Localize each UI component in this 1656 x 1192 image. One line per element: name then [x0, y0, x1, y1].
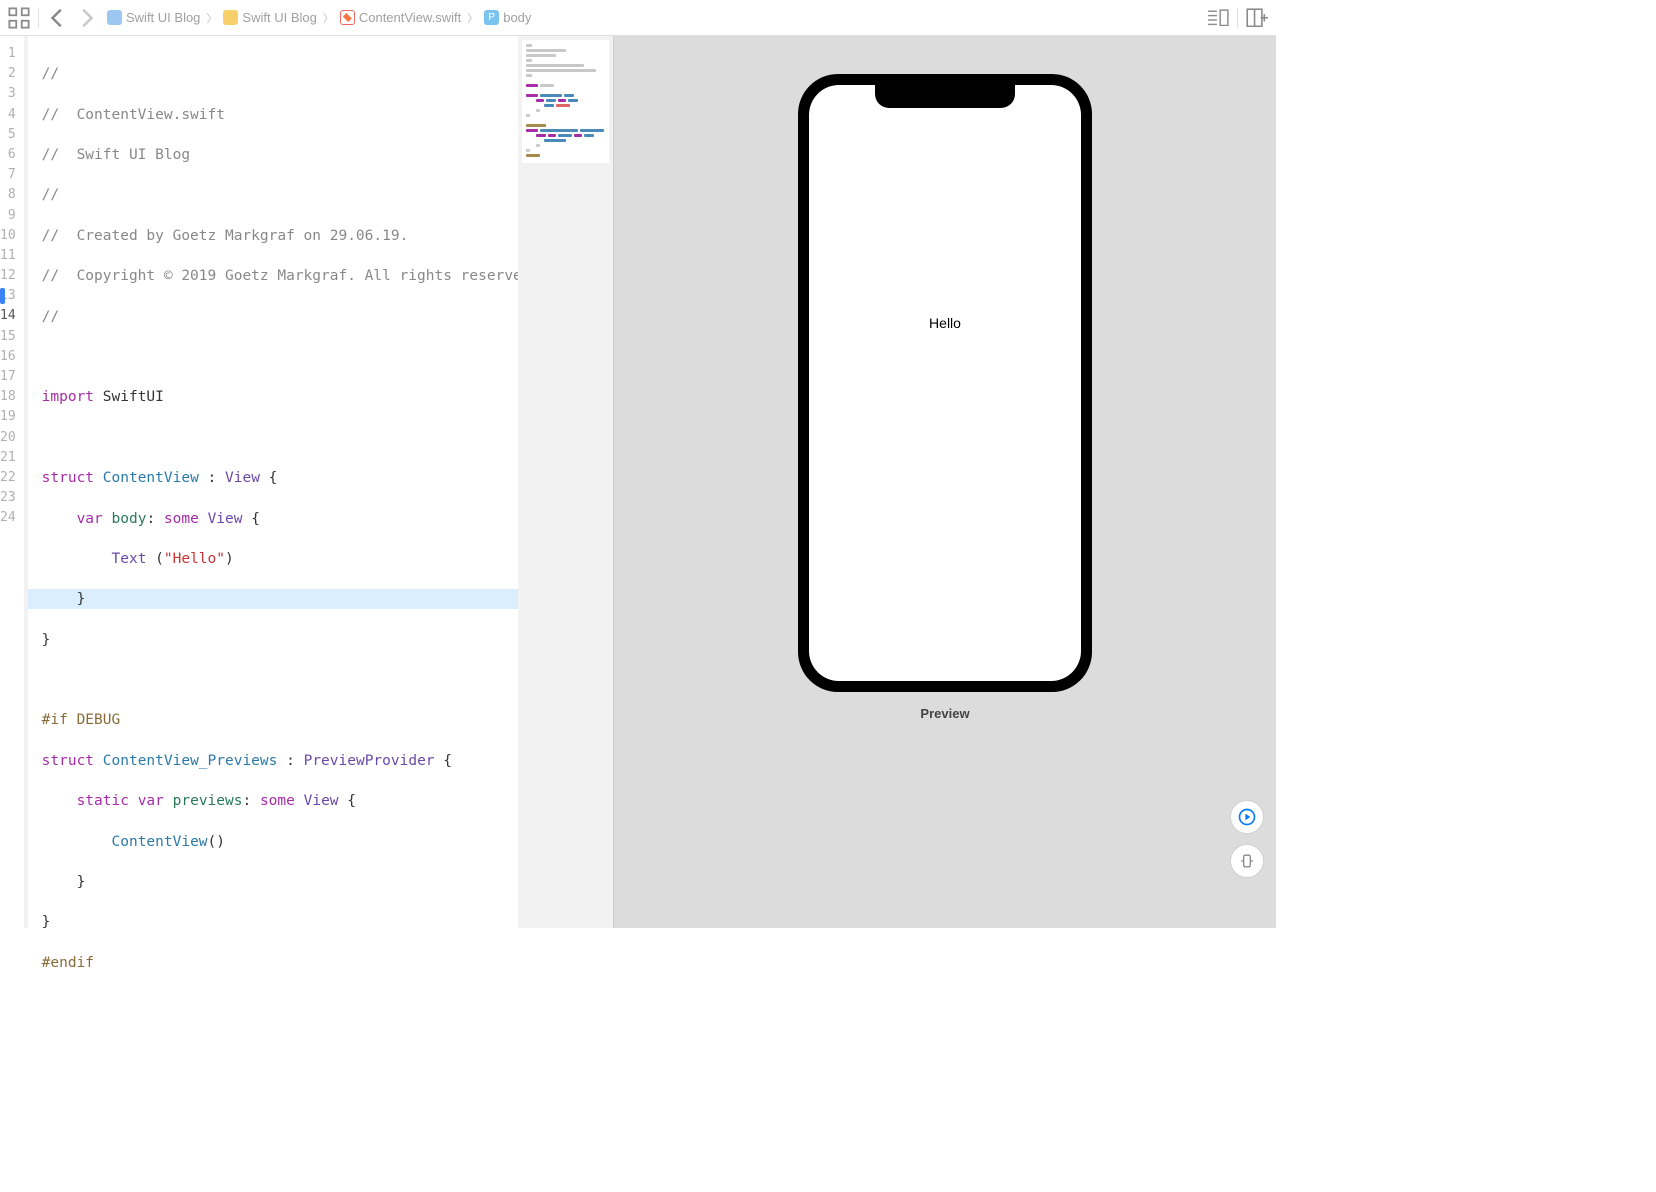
breakpoint-indicator[interactable] [0, 288, 5, 304]
line-number: 15 [0, 327, 16, 347]
line-number: 6 [0, 145, 16, 165]
line-number: 21 [0, 448, 16, 468]
chevron-right-icon: 〉 [323, 10, 334, 26]
line-number: 1 [0, 44, 16, 64]
line-number: 9 [0, 206, 16, 226]
device-screen: Hello [809, 85, 1081, 681]
code-line: var body: some View { [42, 509, 540, 529]
add-editor-icon[interactable] [1246, 7, 1268, 29]
line-number: 16 [0, 347, 16, 367]
line-number: 17 [0, 367, 16, 387]
code-line: // [42, 64, 540, 84]
project-icon [107, 10, 122, 25]
crumb-folder[interactable]: Swift UI Blog [219, 8, 320, 27]
line-number: 3 [0, 84, 16, 104]
toolbar: Swift UI Blog 〉 Swift UI Blog 〉 ContentV… [0, 0, 1276, 36]
preview-pane: Hello Preview [613, 36, 1276, 928]
line-number: 5 [0, 125, 16, 145]
crumb-file[interactable]: ContentView.swift [336, 8, 465, 27]
code-line: ContentView() [42, 832, 540, 852]
minimap[interactable] [522, 40, 609, 163]
code-line: // Swift UI Blog [42, 145, 540, 165]
minimap-pane [518, 36, 613, 928]
divider [38, 8, 39, 28]
nav-back-icon[interactable] [47, 7, 69, 29]
swift-file-icon [340, 10, 355, 25]
line-number: 7 [0, 165, 16, 185]
code-line: // [42, 307, 540, 327]
preview-play-button[interactable] [1230, 800, 1264, 834]
preview-pin-button[interactable] [1230, 844, 1264, 878]
code-line: struct ContentView_Previews : PreviewPro… [42, 751, 540, 771]
preview-label: Preview [614, 706, 1276, 721]
crumb-label: body [503, 10, 531, 25]
code-line: } [42, 630, 540, 650]
code-line: #endif [42, 953, 540, 973]
line-number: 8 [0, 185, 16, 205]
code-line [42, 993, 540, 1013]
line-number: 4 [0, 105, 16, 125]
code-line: } [42, 872, 540, 892]
device-notch [875, 85, 1015, 108]
code-line [42, 670, 540, 690]
line-number: 18 [0, 387, 16, 407]
line-number: 20 [0, 428, 16, 448]
preview-text: Hello [929, 315, 961, 331]
line-number: 11 [0, 246, 16, 266]
line-number: 24 [0, 508, 16, 528]
line-number: 22 [0, 468, 16, 488]
code-line [42, 347, 540, 367]
code-line: #if DEBUG [42, 710, 540, 730]
toolbar-right [1207, 7, 1268, 29]
crumb-symbol[interactable]: Pbody [480, 8, 535, 27]
code-line: // [42, 185, 540, 205]
chevron-right-icon: 〉 [467, 10, 478, 26]
nav-forward-icon[interactable] [75, 7, 97, 29]
divider [1237, 8, 1238, 28]
crumb-label: Swift UI Blog [126, 10, 200, 25]
line-number: 12 [0, 266, 16, 286]
code-line: Text ("Hello") [42, 549, 540, 569]
chevron-right-icon: 〉 [206, 10, 217, 26]
code-line: // Created by Goetz Markgraf on 29.06.19… [42, 226, 540, 246]
device-preview[interactable]: Hello [798, 74, 1092, 692]
line-number-current: 14 [0, 306, 16, 326]
crumb-label: Swift UI Blog [242, 10, 316, 25]
line-gutter[interactable]: 1 2 3 4 5 6 7 8 9 10 11 12 13 14 15 16 1… [0, 36, 28, 928]
line-number: 10 [0, 226, 16, 246]
crumb-project[interactable]: Swift UI Blog [103, 8, 204, 27]
folder-icon [223, 10, 238, 25]
property-icon: P [484, 10, 499, 25]
related-items-icon[interactable] [8, 7, 30, 29]
code-line: import SwiftUI [42, 387, 540, 407]
code-line: // Copyright © 2019 Goetz Markgraf. All … [42, 266, 540, 286]
editor-layout-icon[interactable] [1207, 7, 1229, 29]
breadcrumb: Swift UI Blog 〉 Swift UI Blog 〉 ContentV… [103, 8, 1201, 27]
line-number: 23 [0, 488, 16, 508]
code-line: static var previews: some View { [42, 791, 540, 811]
crumb-label: ContentView.swift [359, 10, 461, 25]
main: 1 2 3 4 5 6 7 8 9 10 11 12 13 14 15 16 1… [0, 36, 1276, 928]
code-line: struct ContentView : View { [42, 468, 540, 488]
line-number: 2 [0, 64, 16, 84]
line-number: 19 [0, 407, 16, 427]
editor-pane: 1 2 3 4 5 6 7 8 9 10 11 12 13 14 15 16 1… [0, 36, 518, 928]
code-editor[interactable]: // // ContentView.swift // Swift UI Blog… [28, 36, 540, 928]
code-line: } [42, 912, 540, 932]
code-line [42, 428, 540, 448]
code-line: // ContentView.swift [42, 105, 540, 125]
